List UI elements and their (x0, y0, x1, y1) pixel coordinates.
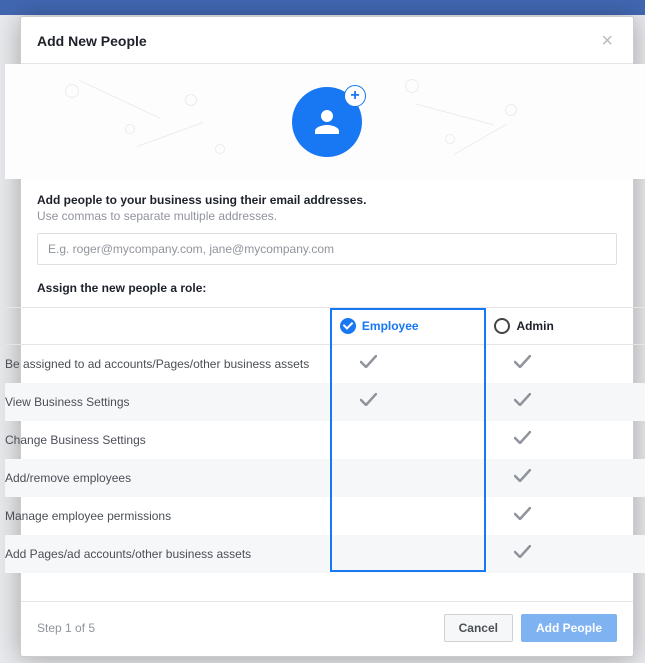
role-heading: Assign the new people a role: (37, 281, 617, 295)
permission-row: Change Business Settings (5, 421, 645, 459)
check-icon (494, 355, 531, 373)
permission-admin-cell (494, 421, 645, 459)
permission-employee-cell (340, 459, 495, 497)
check-icon (494, 507, 531, 525)
permission-row: View Business Settings (5, 383, 645, 421)
cancel-button[interactable]: Cancel (444, 614, 513, 642)
person-icon: + (292, 87, 362, 157)
check-icon (340, 393, 377, 411)
check-icon (494, 431, 531, 449)
hero-illustration: + (5, 64, 645, 179)
modal-header: Add New People × (21, 17, 633, 64)
email-subtext: Use commas to separate multiple addresse… (37, 209, 617, 223)
permission-admin-cell (494, 497, 645, 535)
check-icon (494, 469, 531, 487)
permission-row: Be assigned to ad accounts/Pages/other b… (5, 345, 645, 383)
permission-admin-cell (494, 383, 645, 421)
step-indicator: Step 1 of 5 (37, 621, 436, 635)
radio-unchecked-icon (494, 318, 510, 334)
permission-row: Add Pages/ad accounts/other business ass… (5, 535, 645, 573)
permission-label: Be assigned to ad accounts/Pages/other b… (5, 345, 340, 383)
email-input[interactable] (37, 233, 617, 265)
permission-label: Add/remove employees (5, 459, 340, 497)
role-table: Employee Admin Be assigned to ad account… (5, 307, 645, 573)
email-heading: Add people to your business using their … (37, 193, 617, 207)
role-option-admin[interactable]: Admin (494, 308, 645, 344)
close-icon[interactable]: × (597, 31, 617, 51)
permission-employee-cell (340, 345, 495, 383)
permission-row: Manage employee permissions (5, 497, 645, 535)
check-icon (494, 393, 531, 411)
permission-employee-cell (340, 497, 495, 535)
permission-employee-cell (340, 421, 495, 459)
role-employee-label: Employee (362, 319, 419, 333)
plus-icon: + (344, 85, 366, 107)
modal-title: Add New People (37, 33, 147, 49)
role-admin-label: Admin (516, 319, 553, 333)
radio-checked-icon (340, 318, 356, 334)
permission-employee-cell (340, 383, 495, 421)
modal-footer: Step 1 of 5 Cancel Add People (21, 601, 633, 656)
permission-admin-cell (494, 459, 645, 497)
permission-label: Change Business Settings (5, 421, 340, 459)
role-option-employee[interactable]: Employee (340, 308, 495, 344)
permission-label: Add Pages/ad accounts/other business ass… (5, 535, 340, 573)
permission-label: Manage employee permissions (5, 497, 340, 535)
permission-label: View Business Settings (5, 383, 340, 421)
permission-employee-cell (340, 535, 495, 573)
check-icon (340, 355, 377, 373)
permission-admin-cell (494, 345, 645, 383)
check-icon (494, 545, 531, 563)
permission-admin-cell (494, 535, 645, 573)
add-people-modal: Add New People × + Add people to your bu… (20, 16, 634, 657)
add-people-button[interactable]: Add People (521, 614, 617, 642)
permission-row: Add/remove employees (5, 459, 645, 497)
